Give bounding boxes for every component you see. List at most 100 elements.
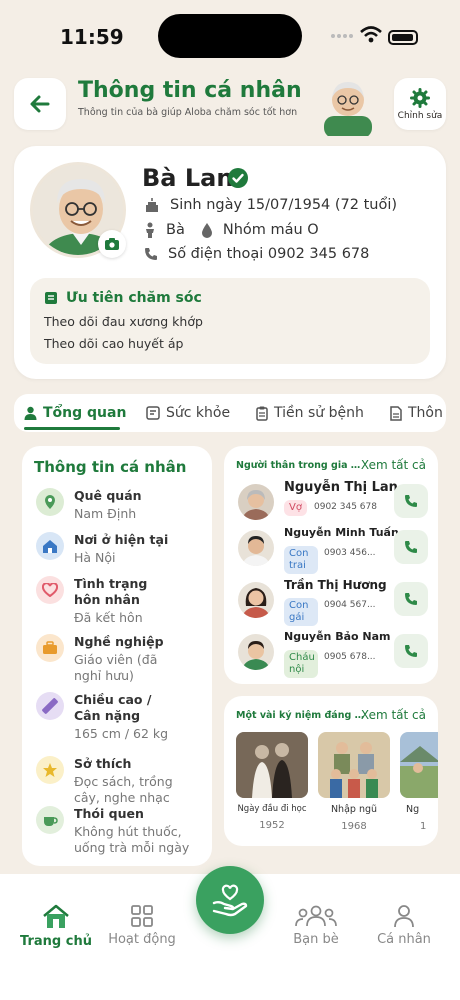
family-member: Trần Thị Hương Con gái 0904 567... <box>238 578 430 626</box>
call-button[interactable] <box>394 634 428 668</box>
battery-icon <box>388 30 418 45</box>
health-card-icon <box>146 406 160 420</box>
phone-info: Số điện thoại 0902 345 678 <box>144 246 369 262</box>
heart-icon <box>36 576 64 604</box>
personal-info-card: Thông tin cá nhân Quê quán Nam Định Nơi … <box>22 446 212 866</box>
call-button[interactable] <box>394 530 428 564</box>
nav-activity[interactable]: Hoạt động <box>102 904 182 947</box>
family-card: Người thân trong gia đình Xem tất cả Ngu… <box>224 446 438 684</box>
memory-year: 1952 <box>259 820 285 831</box>
memory-photo[interactable]: Ngày đầu đi học 1952 <box>236 732 308 831</box>
active-tab-indicator <box>24 427 120 430</box>
member-relation: Vợ <box>284 500 307 516</box>
cake-icon <box>146 198 158 212</box>
memory-year: 1 <box>420 821 427 832</box>
member-name: Nguyễn Thị Lan <box>284 480 398 495</box>
teacup-icon <box>36 806 64 834</box>
memory-year: 1968 <box>341 821 367 832</box>
memory-image <box>318 732 390 798</box>
phone-icon <box>405 645 417 657</box>
care-priority-item: Theo dõi đau xương khớp <box>44 314 203 329</box>
memories-see-all-link[interactable]: Xem tất cả <box>361 708 426 722</box>
member-relation: Con gái <box>284 598 318 626</box>
tab-health[interactable]: Sức khỏe <box>146 394 230 432</box>
nav-profile[interactable]: Cá nhân <box>364 904 444 947</box>
edit-label: Chỉnh sửa <box>397 110 443 121</box>
profile-card: Bà Lan Sinh ngày 15/07/1954 (72 tuổi) Bà… <box>14 146 446 379</box>
person-icon <box>24 406 37 420</box>
briefcase-icon <box>36 634 64 662</box>
tab-medical-history[interactable]: Tiền sử bệnh <box>256 394 364 432</box>
member-phone: 0903 456... <box>324 548 376 558</box>
memories-title: Một vài kỷ niệm đáng nhớ <box>236 710 366 721</box>
family-title: Người thân trong gia đình <box>236 460 366 471</box>
location-icon <box>36 488 64 516</box>
memory-photo[interactable]: Nhập ngũ 1968 <box>318 732 390 832</box>
status-time: 11:59 <box>60 25 124 49</box>
status-bar: 11:59 <box>0 0 460 74</box>
phone-text: Số điện thoại 0902 345 678 <box>168 246 370 262</box>
memory-caption: Ngày đầu đi học <box>237 804 307 814</box>
care-priority-box: Ưu tiên chăm sóc Theo dõi đau xương khớp… <box>30 278 430 364</box>
grid-icon <box>131 905 153 927</box>
member-avatar <box>238 530 274 566</box>
clipboard-icon <box>256 406 268 421</box>
personal-info-title: Thông tin cá nhân <box>34 458 187 476</box>
member-relation: Cháu nội <box>284 650 318 678</box>
profile-tabs: Tổng quan Sức khỏe Tiền sử bệnh Thôn <box>14 394 446 432</box>
gear-icon <box>410 87 430 108</box>
person-icon <box>146 222 154 238</box>
back-button[interactable] <box>14 78 66 130</box>
call-button[interactable] <box>394 484 428 518</box>
care-hand-heart-icon <box>212 884 248 917</box>
star-icon <box>36 756 64 784</box>
edit-button[interactable]: Chỉnh sửa <box>394 78 446 130</box>
friends-icon <box>295 905 337 927</box>
user-icon <box>394 905 414 928</box>
member-avatar <box>238 582 274 618</box>
member-relation: Con trai <box>284 546 318 574</box>
header: Thông tin cá nhân Thông tin của bà giúp … <box>14 72 446 136</box>
profile-name: Bà Lan <box>142 164 234 192</box>
family-member: Nguyễn Minh Tuấn Con trai 0903 456... <box>238 526 430 574</box>
home-icon <box>36 532 64 560</box>
family-member: Nguyễn Thị Lan Vợ 0902 345 678 <box>238 480 430 524</box>
wifi-icon <box>360 26 382 43</box>
member-avatar <box>238 634 274 670</box>
call-button[interactable] <box>394 582 428 616</box>
memory-caption: Ng <box>406 804 420 815</box>
member-name: Nguyễn Minh Tuấn <box>284 526 399 539</box>
memory-image <box>400 732 438 798</box>
member-name: Trần Thị Hương <box>284 578 387 592</box>
family-see-all-link[interactable]: Xem tất cả <box>361 458 426 472</box>
document-icon <box>390 405 402 421</box>
care-priority-title: Ưu tiên chăm sóc <box>44 290 202 306</box>
nav-friends[interactable]: Bạn bè <box>276 904 356 947</box>
birth-text: Sinh ngày 15/07/1954 (72 tuổi) <box>170 197 398 213</box>
phone-icon <box>145 248 157 260</box>
blood-drop-icon <box>201 223 212 238</box>
memory-photo[interactable]: Ng 1 <box>400 732 438 832</box>
tab-more-info[interactable]: Thôn <box>390 394 443 432</box>
memories-card: Một vài kỷ niệm đáng nhớ Xem tất cả Ngày… <box>224 696 438 846</box>
member-phone: 0904 567... <box>324 600 376 610</box>
member-phone: 0902 345 678 <box>314 502 377 512</box>
care-priority-item: Theo dõi cao huyết áp <box>44 336 184 351</box>
family-member: Nguyễn Bảo Nam Cháu nội 0905 678... <box>238 630 430 678</box>
page-subtitle: Thông tin của bà giúp Aloba chăm sóc tốt… <box>78 107 298 118</box>
care-fab-button[interactable] <box>196 866 264 934</box>
gender-text: Bà <box>166 222 185 238</box>
header-avatar <box>318 72 378 136</box>
verified-icon <box>228 168 248 188</box>
home-icon <box>43 904 69 928</box>
arrow-left-icon <box>30 95 50 113</box>
page-title: Thông tin cá nhân <box>78 78 302 103</box>
blood-type-text: Nhóm máu O <box>222 222 319 238</box>
birth-info: Sinh ngày 15/07/1954 (72 tuổi) <box>144 197 397 213</box>
ruler-icon <box>36 692 64 720</box>
signal-icon <box>331 34 353 38</box>
member-avatar <box>238 484 274 520</box>
nav-home[interactable]: Trang chủ <box>16 904 96 949</box>
change-photo-button[interactable] <box>98 230 126 258</box>
phone-icon <box>405 495 417 507</box>
